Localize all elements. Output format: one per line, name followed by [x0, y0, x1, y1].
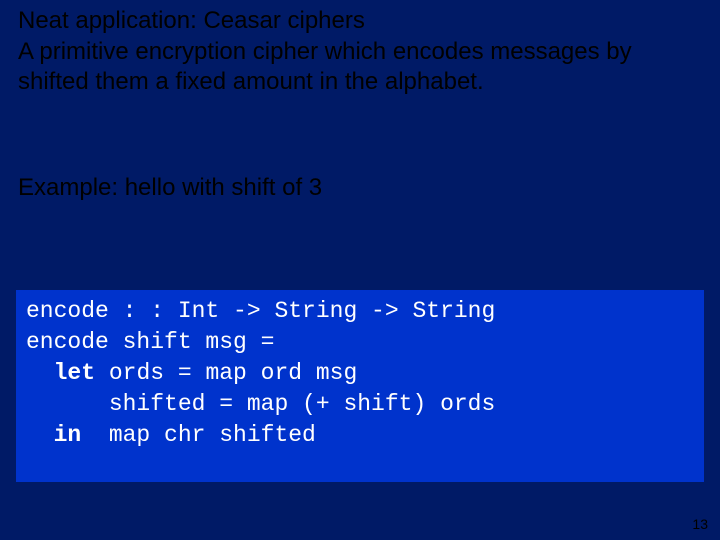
intro-text: Neat application: Ceasar ciphers A primi…: [18, 6, 688, 98]
code-keyword-in: in: [54, 422, 82, 448]
code-line-1: encode : : Int -> String -> String: [26, 298, 495, 324]
code-line-5: map chr shifted: [81, 422, 316, 448]
description-line: A primitive encryption cipher which enco…: [18, 38, 632, 96]
page-number: 13: [692, 516, 708, 532]
example-text: Example: hello with shift of 3: [18, 172, 322, 203]
code-line-2: encode shift msg =: [26, 329, 274, 355]
code-block: encode : : Int -> String -> String encod…: [16, 290, 704, 482]
title-line: Neat application: Ceasar ciphers: [18, 7, 365, 34]
code-line-3: ords = map ord msg: [95, 360, 357, 386]
code-line-4: shifted = map (+ shift) ords: [26, 391, 495, 417]
code-keyword-let: let: [54, 360, 95, 386]
